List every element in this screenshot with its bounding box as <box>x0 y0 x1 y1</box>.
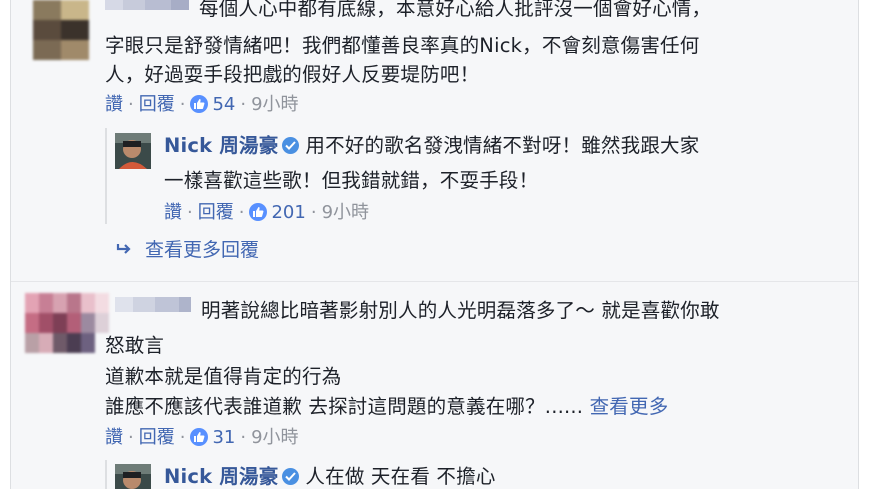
timestamp[interactable]: 9小時 <box>251 94 298 115</box>
reply-button[interactable]: 回覆 <box>198 202 234 223</box>
timestamp[interactable]: 9小時 <box>251 427 298 448</box>
like-button[interactable]: 讚 <box>105 94 123 115</box>
reply-button[interactable]: 回覆 <box>139 94 175 115</box>
reply-thread-line <box>105 128 107 224</box>
like-count[interactable]: 54 <box>212 94 235 115</box>
avatar[interactable] <box>33 0 89 60</box>
verified-icon <box>282 137 300 154</box>
reply-text: 一樣喜歡這些歌！但我錯就錯，不耍手段！ <box>164 169 539 192</box>
comment-actions: 讚 · 回覆 · 31 · 9小時 <box>105 427 299 448</box>
reply-actions: 讚 · 回覆 · 201 · 9小時 <box>164 202 370 223</box>
comment-divider <box>11 281 858 282</box>
comment-text: 人，好過耍手段把戲的假好人反要堤防吧！ <box>105 63 480 86</box>
comment-text: 字眼只是舒發情緒吧！我們都懂善良率真的Nick，不會刻意傷害任何 <box>105 34 700 57</box>
comment-text: 明著說總比暗著影射別人的人光明磊落多了～ 就是喜歡你敢 <box>115 296 720 325</box>
reply-text: Nick 周湯豪 人在做 天在看 不擔心 <box>164 465 496 488</box>
comment-text: 誰應不應該代表誰道歉 去探討這問題的意義在哪？...... 查看更多 <box>105 395 669 418</box>
comment-text: 道歉本就是值得肯定的行為 <box>105 365 342 388</box>
author-name[interactable]: Nick 周湯豪 <box>164 465 278 488</box>
comment-actions: 讚 · 回覆 · 54 · 9小時 <box>105 94 299 115</box>
comments-panel: 每個人心中都有底線，本意好心給人批評沒一個會好心情， 字眼只是舒發情緒吧！我們都… <box>10 0 859 489</box>
like-count[interactable]: 201 <box>271 202 305 223</box>
like-icon <box>249 203 268 221</box>
like-count[interactable]: 31 <box>212 427 235 448</box>
verified-icon <box>282 468 300 485</box>
commenter-name[interactable] <box>105 0 189 10</box>
author-name[interactable]: Nick 周湯豪 <box>164 134 278 157</box>
see-more-link[interactable]: 查看更多 <box>590 395 669 418</box>
view-more-replies-link[interactable]: 查看更多回覆 <box>115 238 259 262</box>
like-button[interactable]: 讚 <box>105 427 123 448</box>
avatar[interactable] <box>115 133 151 169</box>
avatar[interactable] <box>25 293 109 353</box>
comment: 每個人心中都有底線，本意好心給人批評沒一個會好心情， 字眼只是舒發情緒吧！我們都… <box>11 0 858 125</box>
reply-text: Nick 周湯豪 用不好的歌名發洩情緒不對呀！雖然我跟大家 <box>164 134 700 157</box>
comment-text: 怒敢言 <box>105 334 165 357</box>
reply-arrow-icon <box>115 238 133 262</box>
timestamp[interactable]: 9小時 <box>322 202 369 223</box>
reply-button[interactable]: 回覆 <box>139 427 175 448</box>
reply-thread-line <box>105 460 107 489</box>
avatar[interactable] <box>115 464 151 489</box>
like-icon <box>190 428 209 446</box>
like-button[interactable]: 讚 <box>164 202 182 223</box>
commenter-name[interactable] <box>115 297 191 312</box>
comment-text: 每個人心中都有底線，本意好心給人批評沒一個會好心情， <box>105 0 711 23</box>
like-icon <box>190 95 209 113</box>
